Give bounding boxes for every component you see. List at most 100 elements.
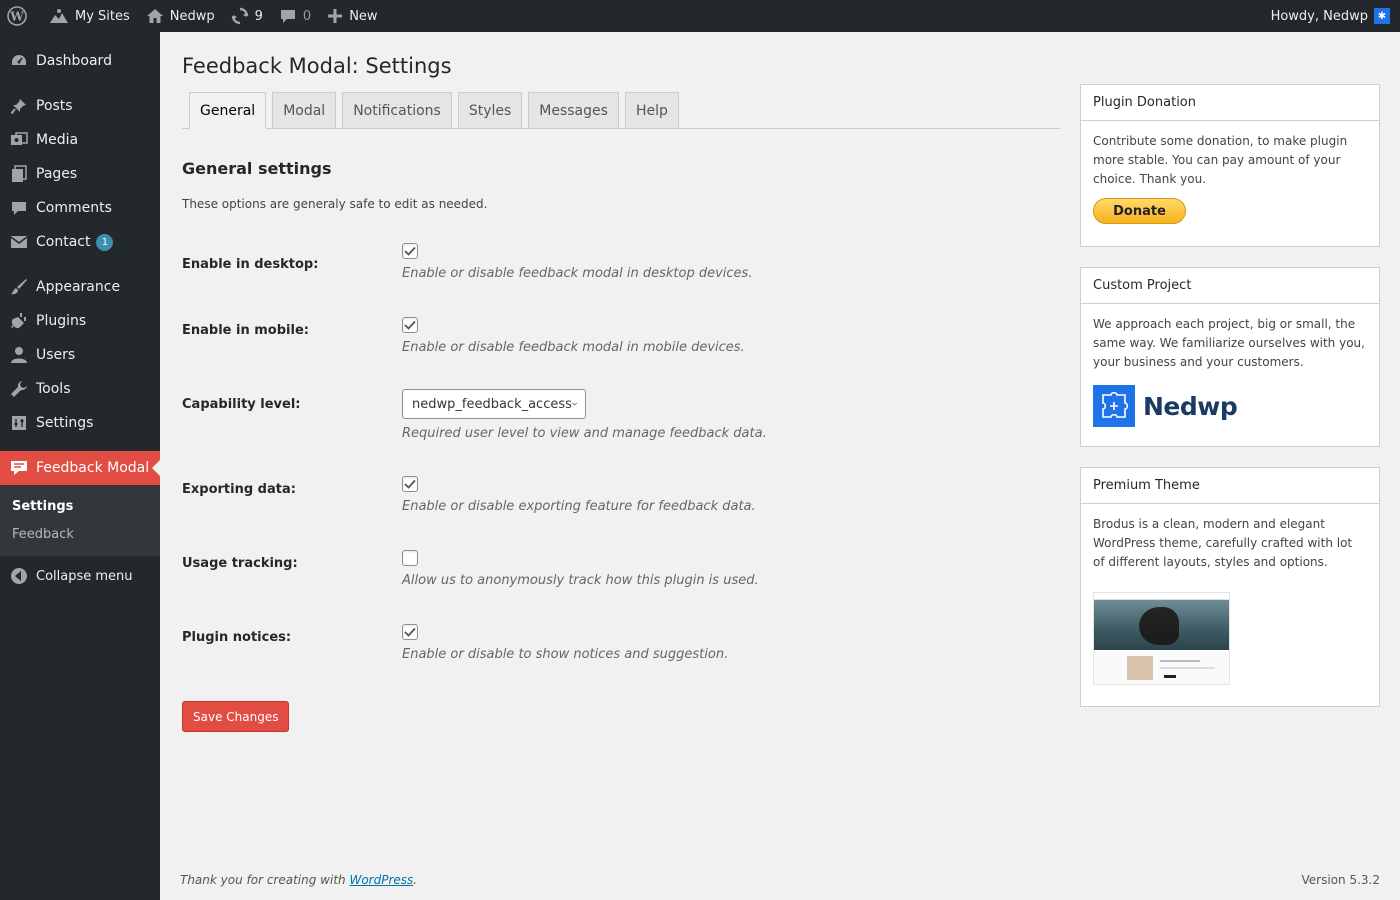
field-description: Enable or disable feedback modal in desk… — [402, 266, 753, 281]
my-sites-icon — [50, 9, 68, 23]
submenu-item-settings[interactable]: Settings — [0, 492, 160, 520]
sidebar-item-pages[interactable]: Pages — [0, 157, 160, 191]
usage-tracking-checkbox[interactable] — [402, 550, 418, 566]
new-label: New — [349, 8, 378, 24]
tab-modal[interactable]: Modal — [272, 92, 337, 128]
sidebar-item-settings[interactable]: Settings — [0, 406, 160, 440]
sidebar-item-comments[interactable]: Comments — [0, 191, 160, 225]
sidebar-item-appearance[interactable]: Appearance — [0, 270, 160, 304]
sidebar-item-label: Contact — [36, 234, 91, 250]
settings-tabs: General Modal Notifications Styles Messa… — [182, 92, 1060, 129]
enable-mobile-checkbox[interactable] — [402, 317, 418, 333]
updates-count: 9 — [254, 8, 263, 24]
sidebar-item-label: Plugins — [36, 313, 87, 329]
sidebar-item-label: Pages — [36, 166, 78, 182]
comment-bubble-icon — [280, 10, 295, 23]
my-sites-button[interactable]: My Sites — [41, 0, 138, 32]
tab-styles[interactable]: Styles — [457, 92, 523, 128]
comment-icon — [9, 198, 29, 218]
sidebar-item-posts[interactable]: Posts — [0, 89, 160, 123]
premium-theme-box: Premium Theme Brodus is a clean, modern … — [1080, 467, 1380, 707]
wrench-icon — [9, 379, 29, 399]
site-name-button[interactable]: Nedwp — [138, 0, 223, 32]
checkmark-icon — [404, 246, 416, 256]
account-menu[interactable]: Howdy, Nedwp ✱ — [1263, 0, 1400, 32]
sidebar-item-label: Feedback Modal — [36, 460, 150, 476]
section-description: These options are generaly safe to edit … — [182, 197, 488, 211]
new-content-button[interactable]: New — [319, 0, 385, 32]
field-label: Enable in desktop: — [182, 257, 319, 272]
checkmark-icon — [404, 627, 416, 637]
nedwp-logo-text: Nedwp — [1143, 391, 1238, 421]
footer-thanks-prefix: Thank you for creating with — [180, 873, 350, 887]
tab-general[interactable]: General — [189, 92, 267, 129]
footer-thanks-suffix: . — [413, 873, 418, 887]
enable-desktop-checkbox[interactable] — [402, 243, 418, 259]
box-text: We approach each project, big or small, … — [1093, 317, 1365, 369]
field-label: Usage tracking: — [182, 556, 298, 571]
media-icon — [9, 130, 29, 150]
exporting-data-checkbox[interactable] — [402, 476, 418, 492]
sidebar-item-label: Settings — [36, 415, 94, 431]
nedwp-logo-link[interactable]: Nedwp — [1093, 385, 1367, 427]
sidebar-item-label: Appearance — [36, 279, 121, 295]
collapse-icon — [9, 566, 29, 586]
field-description: Allow us to anonymously track how this p… — [402, 573, 759, 588]
box-text: Brodus is a clean, modern and elegant Wo… — [1093, 517, 1353, 569]
wordpress-logo-button[interactable]: W — [0, 0, 41, 32]
tab-help[interactable]: Help — [624, 92, 679, 128]
submenu-item-feedback[interactable]: Feedback — [0, 520, 160, 548]
comments-button[interactable]: 0 — [271, 0, 319, 32]
sidebar-item-users[interactable]: Users — [0, 338, 160, 372]
capability-level-select[interactable]: nedwp_feedback_access — [402, 389, 586, 419]
save-changes-button[interactable]: Save Changes — [182, 701, 290, 732]
checkmark-icon — [404, 479, 416, 489]
site-name-label: Nedwp — [169, 8, 215, 24]
admin-sidebar: Dashboard Posts Media Pages Comments Con… — [0, 32, 160, 900]
mail-icon — [9, 232, 29, 252]
field-label: Plugin notices: — [182, 630, 292, 645]
plugin-notices-checkbox[interactable] — [402, 624, 418, 640]
field-description: Enable or disable exporting feature for … — [402, 499, 756, 514]
sidebar-item-feedback-modal[interactable]: Feedback Modal — [0, 451, 160, 485]
sidebar-item-dashboard[interactable]: Dashboard — [0, 44, 160, 78]
plugin-donation-box: Plugin Donation Contribute some donation… — [1080, 84, 1380, 247]
howdy-label: Howdy, Nedwp — [1270, 8, 1368, 24]
custom-project-box: Custom Project We approach each project,… — [1080, 267, 1380, 447]
sidebar-item-label: Users — [36, 347, 76, 363]
dashboard-icon — [9, 51, 29, 71]
tab-messages[interactable]: Messages — [528, 92, 619, 128]
main-content: Feedback Modal: Settings General Modal N… — [160, 32, 1400, 900]
avatar: ✱ — [1374, 8, 1390, 24]
footer-version: Version 5.3.2 — [1301, 873, 1380, 887]
box-title: Custom Project — [1081, 268, 1379, 304]
svg-text:W: W — [9, 10, 24, 24]
sidebar-item-label: Comments — [36, 200, 112, 216]
theme-preview-image[interactable] — [1093, 592, 1230, 685]
wordpress-icon: W — [7, 6, 27, 26]
tab-notifications[interactable]: Notifications — [342, 92, 452, 128]
sidebar-item-contact[interactable]: Contact 1 — [0, 225, 160, 259]
donate-button[interactable]: Donate — [1093, 198, 1186, 224]
wordpress-link[interactable]: WordPress — [349, 873, 413, 887]
field-label: Exporting data: — [182, 482, 296, 497]
user-icon — [9, 345, 29, 365]
updates-button[interactable]: 9 — [223, 0, 271, 32]
collapse-menu-button[interactable]: Collapse menu — [0, 559, 160, 593]
sidebar-item-plugins[interactable]: Plugins — [0, 304, 160, 338]
chevron-down-icon — [572, 402, 577, 406]
sidebar-item-label: Posts — [36, 98, 73, 114]
field-label: Capability level: — [182, 397, 301, 412]
field-description: Enable or disable feedback modal in mobi… — [402, 340, 745, 355]
sidebar-item-media[interactable]: Media — [0, 123, 160, 157]
pin-icon — [9, 96, 29, 116]
puzzle-icon — [1093, 385, 1135, 427]
updates-icon — [231, 7, 248, 25]
contact-count-badge: 1 — [96, 233, 114, 251]
field-label: Enable in mobile: — [182, 323, 309, 338]
select-value: nedwp_feedback_access — [412, 396, 572, 412]
plus-icon — [328, 9, 343, 23]
admin-bar: W My Sites Nedwp 9 0 New Howdy, Nedwp ✱ — [0, 0, 1400, 32]
sidebar-item-tools[interactable]: Tools — [0, 372, 160, 406]
sidebar-item-label: Tools — [36, 381, 71, 397]
